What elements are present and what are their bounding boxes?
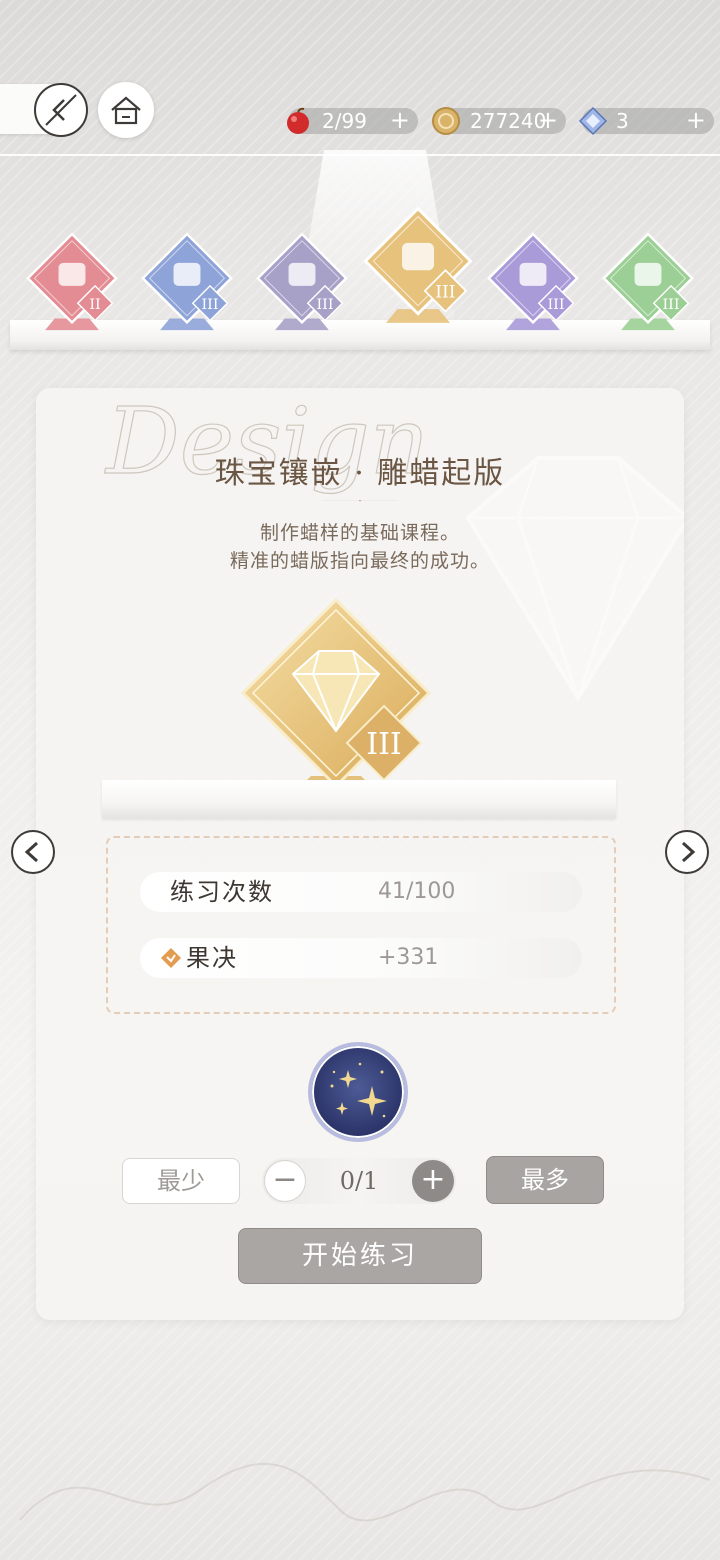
category-level: II [89,297,100,313]
category-level: III [548,297,565,313]
sweater-icon: II [26,232,118,331]
high-heel-icon: III [141,232,233,331]
sparkle-stars-icon [330,1062,387,1118]
apple-icon [287,107,309,134]
quantity-stepper: − 0/1 + [262,1158,456,1204]
diamond-add-button[interactable]: + [686,108,706,132]
category-high-heel[interactable]: III [139,230,235,338]
teddy-bear-icon: III [602,232,694,331]
handbag-icon: III [256,232,348,331]
category-level: III [435,283,455,303]
max-button[interactable]: 最多 [486,1156,604,1204]
category-level: III [317,297,334,313]
coin-count: 277240 [470,109,547,133]
next-course-button[interactable] [665,830,709,874]
chevron-right-icon [681,841,696,863]
course-description-line-2: 精准的蜡版指向最终的成功。 [229,550,490,572]
min-button[interactable]: 最少 [122,1158,240,1204]
category-gem[interactable]: III [360,204,476,332]
practice-count-label: 练习次数 [170,878,274,906]
diamond-icon [578,106,608,136]
back-arrow-icon [45,94,77,126]
practice-count-row: 练习次数 41/100 [140,872,582,912]
apple-add-button[interactable]: + [390,108,410,132]
chevron-left-icon [24,841,39,863]
constellation-medal[interactable] [308,1042,408,1142]
badge-display-shelf [102,780,616,818]
category-sweater[interactable]: II [24,230,120,338]
category-makeup-palette[interactable]: III [485,230,581,338]
background-script-decoration [19,1462,711,1522]
category-level: III [202,297,219,313]
gem-icon: III [363,206,473,323]
back-button[interactable] [34,83,88,137]
course-panel: Design 珠宝镶嵌 · 雕蜡起版 制作蜡样的基础课程。 精准的蜡版指向最终的… [36,388,684,1320]
category-teddy-bear[interactable]: III [600,230,696,338]
course-title: 珠宝镶嵌 · 雕蜡起版 [214,456,506,491]
increase-button[interactable]: + [412,1160,454,1202]
quantity-value: 0/1 [339,1167,379,1195]
coin-icon [432,107,460,135]
title-divider [322,500,398,502]
category-handbag[interactable]: III [254,230,350,338]
course-description-line-1: 制作蜡样的基础课程。 [259,522,460,544]
attribute-row: 果决 +331 [140,938,582,978]
stats-box: 练习次数 41/100 果决 +331 [106,836,616,1014]
start-practice-button[interactable]: 开始练习 [238,1228,482,1284]
jewelry-badge-icon: III [241,597,431,796]
coin-add-button[interactable]: + [538,108,558,132]
home-button[interactable] [98,82,154,138]
svg-text:III: III [366,727,402,762]
home-icon [111,96,141,125]
attribute-value: +331 [378,945,439,970]
category-level: III [663,297,680,313]
header-divider [0,154,720,156]
practice-count-value: 41/100 [378,879,456,904]
prev-course-button[interactable] [11,830,55,874]
apple-count: 2/99 [322,109,367,133]
decrease-button[interactable]: − [264,1160,306,1202]
makeup-palette-icon: III [487,232,579,331]
diamond-count: 3 [616,109,629,133]
decisiveness-icon [161,948,181,968]
attribute-label: 果决 [186,944,238,972]
